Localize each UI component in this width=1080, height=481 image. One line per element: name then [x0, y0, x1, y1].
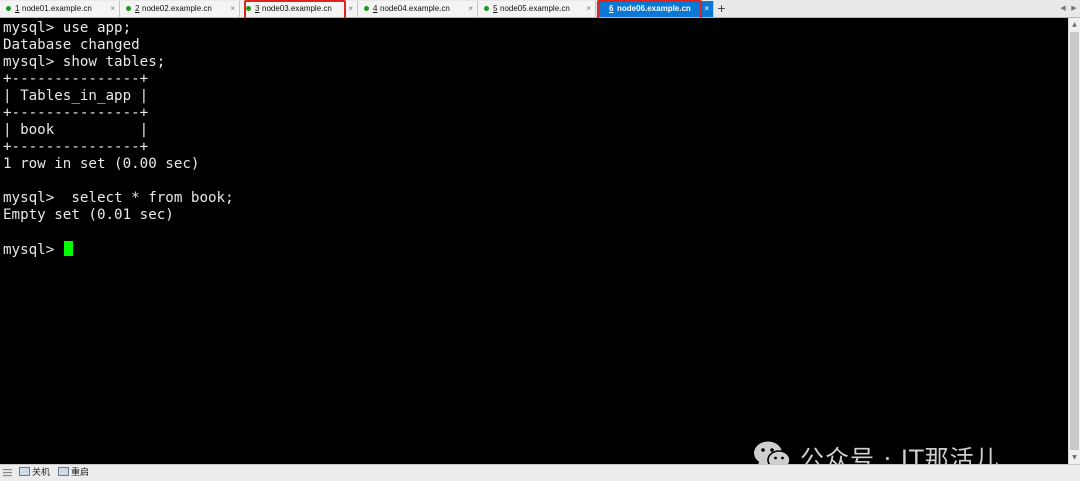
tab-number: 3 — [255, 4, 260, 13]
tab-number: 5 — [493, 4, 498, 13]
status-dot-icon — [484, 6, 489, 11]
tab-scroll-left-icon[interactable]: ◀ — [1058, 2, 1068, 15]
tab-close-icon[interactable]: × — [230, 1, 235, 16]
restart-button[interactable]: 重启 — [58, 466, 89, 480]
restart-icon — [58, 467, 69, 476]
status-dot-icon — [364, 6, 369, 11]
scroll-up-icon[interactable]: ▲ — [1069, 19, 1080, 30]
terminal-line: | Tables_in_app | — [3, 88, 149, 104]
terminal-line: +---------------+ — [3, 105, 149, 121]
grip-icon — [3, 469, 12, 477]
terminal-line: mysql> use app; — [3, 20, 132, 36]
tab-node01[interactable]: 1 node01.example.cn × — [0, 1, 120, 17]
tab-label: node03.example.cn — [262, 4, 332, 13]
tab-number: 2 — [135, 4, 140, 13]
shutdown-button[interactable]: 关机 — [19, 466, 50, 480]
add-tab-button[interactable]: + — [716, 2, 727, 15]
terminal-line: +---------------+ — [3, 71, 149, 87]
restart-label: 重启 — [71, 468, 90, 478]
tab-label: node04.example.cn — [380, 4, 450, 13]
terminal-line: Database changed — [3, 37, 140, 53]
terminal-scrollbar[interactable]: ▲ ▼ — [1068, 18, 1080, 464]
tab-label: node06.example.cn — [617, 4, 691, 13]
scroll-down-icon[interactable]: ▼ — [1069, 452, 1080, 463]
tab-node03[interactable]: 3 node03.example.cn × — [240, 1, 358, 17]
tab-label: node02.example.cn — [142, 4, 212, 13]
tab-node05[interactable]: 5 node05.example.cn × — [478, 1, 596, 17]
terminal-line: | book | — [3, 122, 149, 138]
terminal-line: mysql> select * from book; — [3, 190, 234, 206]
scrollbar-thumb[interactable] — [1070, 32, 1079, 450]
shutdown-label: 关机 — [32, 468, 51, 478]
status-bar: 关机 重启 — [0, 464, 1080, 481]
tab-close-icon[interactable]: × — [468, 1, 473, 16]
terminal-line: mysql> show tables; — [3, 54, 166, 70]
terminal-line: Empty set (0.01 sec) — [3, 207, 174, 223]
status-dot-icon — [126, 6, 131, 11]
terminal-output[interactable]: mysql> use app; Database changed mysql> … — [0, 18, 1068, 473]
tab-number: 1 — [15, 4, 20, 13]
session-tab-bar: 1 node01.example.cn × 2 node02.example.c… — [0, 0, 1080, 25]
terminal-line: +---------------+ — [3, 139, 149, 155]
terminal-cursor — [63, 241, 73, 256]
tab-close-icon[interactable]: × — [110, 1, 115, 16]
tab-node04[interactable]: 4 node04.example.cn × — [358, 1, 478, 17]
tab-node02[interactable]: 2 node02.example.cn × — [120, 1, 240, 17]
terminal-line: 1 row in set (0.00 sec) — [3, 156, 200, 172]
tab-label: node01.example.cn — [22, 4, 92, 13]
tab-close-icon[interactable]: × — [348, 1, 353, 16]
tab-close-icon[interactable]: × — [704, 1, 709, 16]
tab-node06[interactable]: 6 node06.example.cn × — [598, 1, 714, 17]
tab-number: 4 — [373, 4, 378, 13]
status-dot-icon — [246, 6, 251, 11]
shutdown-icon — [19, 467, 30, 476]
terminal-prompt: mysql> — [3, 242, 63, 258]
terminal-prompt-line[interactable]: mysql> — [3, 241, 73, 258]
tab-close-icon[interactable]: × — [586, 1, 591, 16]
status-dot-icon — [6, 6, 11, 11]
tab-number: 6 — [609, 4, 614, 13]
tab-label: node05.example.cn — [500, 4, 570, 13]
tab-scroll-right-icon[interactable]: ▶ — [1069, 2, 1079, 15]
